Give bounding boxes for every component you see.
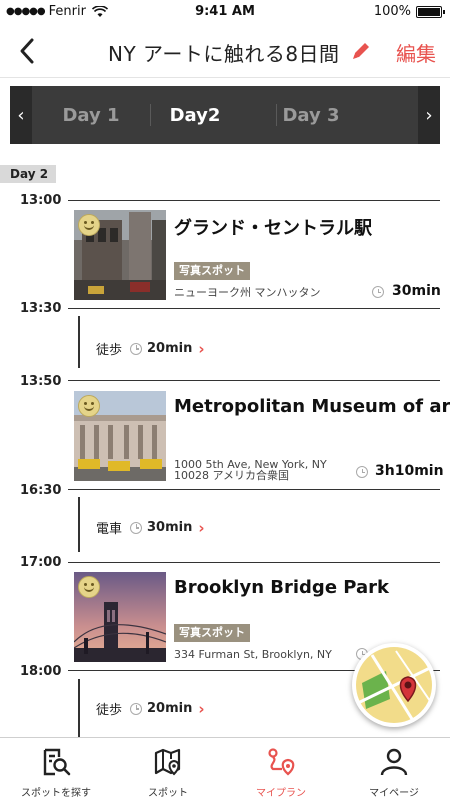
stay-duration: 3h10min [375, 463, 444, 479]
smile-icon [78, 214, 100, 236]
tab-label: スポット [148, 788, 188, 799]
clock-icon [130, 702, 143, 715]
timeline-connector [78, 316, 80, 368]
spot-title[interactable]: Metropolitan Museum of art [174, 396, 450, 417]
timeline-divider [68, 562, 440, 563]
timeline-divider [68, 200, 440, 201]
transit-walk-row[interactable]: 徒歩 20min › [96, 699, 205, 719]
pencil-icon[interactable] [350, 40, 372, 62]
spot-title[interactable]: Brooklyn Bridge Park [174, 577, 389, 598]
status-bar: ●●●●● Fenrir 9:41 AM 100% [0, 0, 450, 24]
spot-address-line2: 10028 アメリカ合衆国 [174, 469, 289, 482]
transit-mode: 電車 [96, 522, 123, 537]
battery-percent: 100% [373, 4, 411, 19]
map-pin-icon [154, 748, 181, 776]
time-label: 18:00 [20, 664, 62, 679]
clock-icon [130, 342, 143, 355]
back-arrow-icon[interactable] [14, 36, 42, 66]
page-title: NY アートに触れる8日間 [108, 42, 340, 66]
chevron-right-icon: › [198, 518, 205, 537]
map-icon [356, 647, 433, 723]
nav-bar: NY アートに触れる8日間 編集 [0, 24, 450, 78]
spot-photo-met-museum[interactable] [74, 391, 166, 481]
tab-my-plan[interactable]: マイプラン [225, 738, 337, 800]
timeline-divider [68, 308, 440, 309]
transit-train-row[interactable]: 電車 30min › [96, 518, 205, 538]
bottom-tab-bar: スポットを探す スポット マイプラン マイページ [0, 737, 450, 800]
stay-duration: 30min [392, 283, 441, 299]
chevron-right-icon: › [198, 339, 205, 358]
chevron-right-icon: › [198, 699, 205, 718]
time-label: 17:00 [20, 555, 62, 570]
time-label: 16:30 [20, 483, 62, 498]
timeline-divider [68, 489, 440, 490]
edit-button[interactable]: 編集 [396, 38, 436, 67]
transit-duration: 30min [147, 520, 193, 535]
transit-mode: 徒歩 [96, 343, 123, 358]
day-next-arrow-icon[interactable]: › [418, 86, 440, 144]
photo-spot-tag: 写真スポット [174, 262, 250, 280]
spot-title[interactable]: グランド・セントラル駅 [174, 214, 372, 240]
tab-label: スポットを探す [21, 788, 91, 799]
map-button[interactable] [352, 643, 436, 727]
clock-icon [372, 286, 384, 298]
clock-icon [130, 521, 143, 534]
day-tab-bar: ‹ Day 1 Day2 Day 3 › [10, 86, 440, 144]
spot-photo-brooklyn-bridge[interactable] [74, 572, 166, 662]
spot-address: ニューヨーク州 マンハッタン [174, 286, 321, 299]
day-badge: Day 2 [0, 165, 56, 183]
transit-duration: 20min [147, 341, 193, 356]
battery-icon [416, 5, 445, 18]
smile-icon [78, 576, 100, 598]
tab-day-2[interactable]: Day2 [136, 86, 254, 144]
tab-label: マイプラン [256, 788, 306, 799]
tab-my-page[interactable]: マイページ [338, 738, 450, 800]
tab-day-1[interactable]: Day 1 [32, 86, 150, 144]
spot-address: 334 Furman St, Brooklyn, NY [174, 648, 332, 661]
day-prev-arrow-icon[interactable]: ‹ [10, 86, 32, 144]
time-label: 13:50 [20, 374, 62, 389]
tab-spots[interactable]: スポット [112, 738, 224, 800]
spot-photo-grand-central[interactable] [74, 210, 166, 300]
transit-duration: 20min [147, 701, 193, 716]
clock-icon [356, 466, 368, 478]
transit-walk-row[interactable]: 徒歩 20min › [96, 339, 205, 359]
time-label: 13:00 [20, 193, 62, 208]
timeline-divider [68, 380, 440, 381]
route-icon [268, 748, 295, 776]
transit-mode: 徒歩 [96, 703, 123, 718]
time-label: 13:30 [20, 301, 62, 316]
user-icon [380, 748, 408, 776]
photo-spot-tag: 写真スポット [174, 624, 250, 642]
tab-day-3[interactable]: Day 3 [252, 86, 370, 144]
search-list-icon [43, 748, 71, 776]
timeline-connector [78, 497, 80, 552]
tab-search-spots[interactable]: スポットを探す [0, 738, 112, 800]
smile-icon [78, 395, 100, 417]
tab-label: マイページ [369, 788, 419, 799]
timeline-connector [78, 679, 80, 737]
